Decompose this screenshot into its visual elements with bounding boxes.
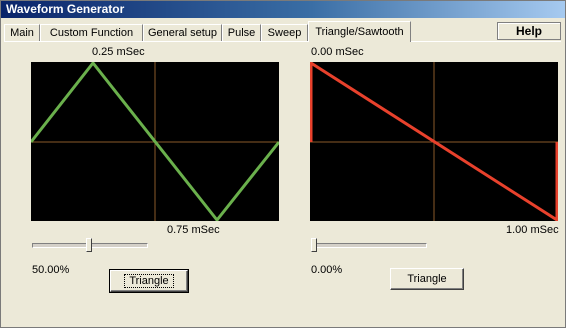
right-symmetry-slider[interactable] bbox=[311, 243, 427, 248]
help-button[interactable]: Help bbox=[497, 22, 561, 40]
left-top-time-label: 0.25 mSec bbox=[92, 46, 145, 58]
right-slider-value: 0.00% bbox=[311, 264, 343, 276]
left-triangle-button-label: Triangle bbox=[124, 274, 174, 288]
right-waveform-display bbox=[310, 62, 558, 221]
tab-custom-function[interactable]: Custom Function bbox=[40, 24, 143, 41]
right-triangle-button-label: Triangle bbox=[407, 273, 447, 285]
window-title: Waveform Generator bbox=[6, 2, 125, 16]
tab-sweep[interactable]: Sweep bbox=[261, 24, 308, 41]
left-slider-thumb[interactable] bbox=[86, 238, 92, 252]
left-slider-value: 50.00% bbox=[32, 264, 70, 276]
title-bar[interactable]: Waveform Generator bbox=[1, 1, 565, 18]
left-bottom-time-label: 0.75 mSec bbox=[167, 224, 220, 236]
tab-main[interactable]: Main bbox=[4, 24, 40, 41]
tab-divider bbox=[4, 41, 561, 42]
tab-triangle-sawtooth[interactable]: Triangle/Sawtooth bbox=[308, 21, 411, 42]
right-triangle-button[interactable]: Triangle bbox=[390, 268, 464, 290]
waveform-generator-window: Waveform Generator Main Custom Function … bbox=[0, 0, 566, 328]
right-bottom-time-label: 1.00 mSec bbox=[506, 224, 559, 236]
tab-pulse[interactable]: Pulse bbox=[222, 24, 261, 41]
right-top-time-label: 0.00 mSec bbox=[311, 46, 364, 58]
left-waveform-display bbox=[31, 62, 279, 221]
left-triangle-button[interactable]: Triangle bbox=[109, 269, 189, 293]
tab-general-setup[interactable]: General setup bbox=[143, 24, 222, 41]
right-slider-thumb[interactable] bbox=[311, 238, 317, 252]
